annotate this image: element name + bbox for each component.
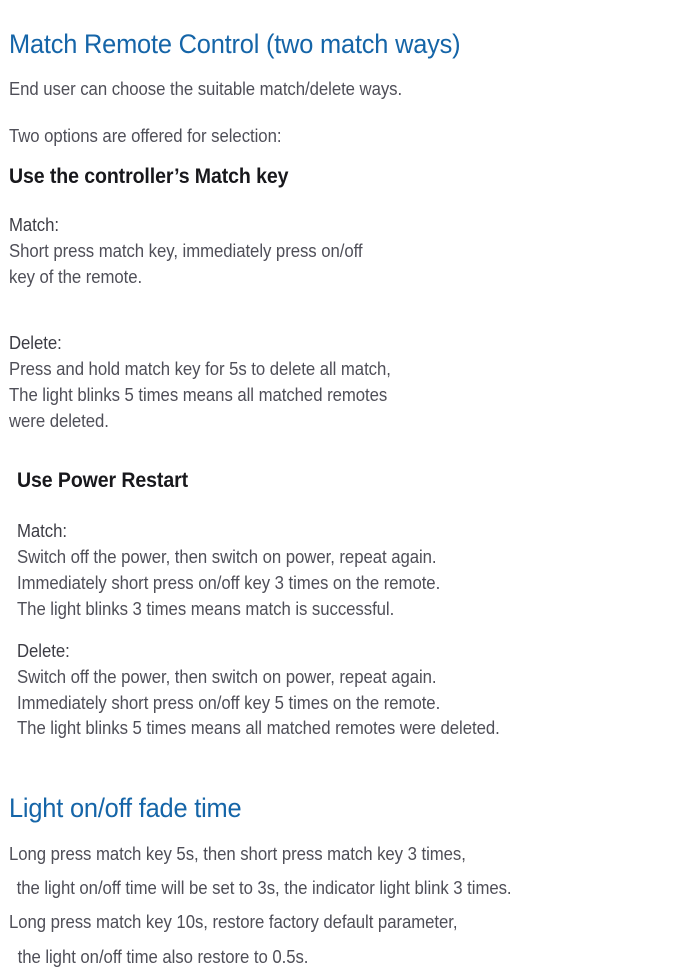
fade-time-line-3: Long press match key 10s, restore factor… bbox=[9, 912, 458, 932]
section-1-match-line-2: key of the remote. bbox=[9, 267, 143, 287]
intro-line-2: Two options are offered for selection: bbox=[9, 126, 282, 146]
document-page: Match Remote Control (two match ways) En… bbox=[0, 0, 684, 974]
section-1-delete-label: Delete: bbox=[9, 333, 62, 353]
section-2-delete-line-1: Switch off the power, then switch on pow… bbox=[17, 667, 437, 687]
page-title: Match Remote Control (two match ways) bbox=[9, 29, 461, 60]
section-2-delete-line-2: Immediately short press on/off key 5 tim… bbox=[17, 693, 441, 713]
section-2-delete-line-3: The light blinks 5 times means all match… bbox=[17, 718, 500, 738]
section-2-match-line-3: The light blinks 3 times means match is … bbox=[17, 599, 395, 619]
section-heading-use-power-restart: Use Power Restart bbox=[17, 469, 189, 493]
fade-time-line-1: Long press match key 5s, then short pres… bbox=[9, 844, 466, 864]
section-2-match-line-2: Immediately short press on/off key 3 tim… bbox=[17, 573, 441, 593]
section-heading-light-fade-time: Light on/off fade time bbox=[9, 793, 242, 824]
section-heading-controller-match-key: Use the controller’s Match key bbox=[9, 165, 289, 189]
section-1-delete-line-2: The light blinks 5 times means all match… bbox=[9, 385, 388, 405]
section-2-match-line-1: Switch off the power, then switch on pow… bbox=[17, 547, 437, 567]
section-1-match-label: Match: bbox=[9, 215, 59, 235]
section-2-delete-label: Delete: bbox=[17, 641, 70, 661]
fade-time-line-4: the light on/off time also restore to 0.… bbox=[13, 947, 309, 967]
intro-line-1: End user can choose the suitable match/d… bbox=[9, 79, 403, 99]
fade-time-line-2: the light on/off time will be set to 3s,… bbox=[12, 878, 512, 898]
section-1-delete-line-3: were deleted. bbox=[9, 411, 109, 431]
section-1-match-line-1: Short press match key, immediately press… bbox=[9, 241, 363, 261]
section-1-delete-line-1: Press and hold match key for 5s to delet… bbox=[9, 359, 391, 379]
section-2-match-label: Match: bbox=[17, 521, 67, 541]
